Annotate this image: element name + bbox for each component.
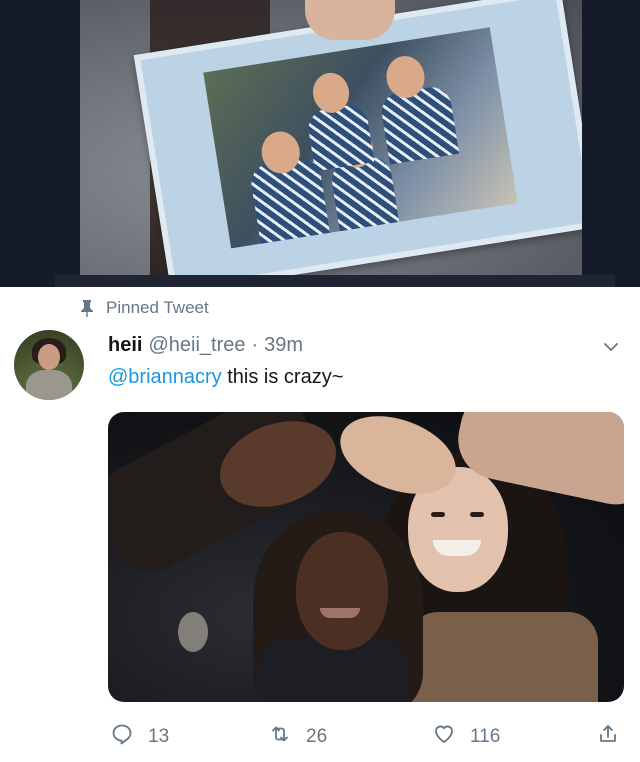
photo-background-right: [582, 0, 640, 287]
tweet-actions: 13 26 116: [0, 722, 640, 752]
family-member-shirt: [379, 84, 460, 165]
pin-icon: [80, 299, 94, 317]
heart-icon: [432, 722, 456, 752]
pinned-text: Pinned Tweet: [106, 298, 209, 317]
avatar[interactable]: [14, 330, 84, 400]
like-count: 116: [470, 726, 501, 747]
tweet-media-image[interactable]: [108, 412, 624, 702]
display-name[interactable]: heii: [108, 334, 142, 357]
reply-button[interactable]: 13: [110, 722, 169, 752]
share-icon: [596, 722, 620, 752]
avatar-face: [38, 344, 60, 370]
top-photo: [0, 0, 640, 287]
family-photo: [203, 27, 518, 249]
eye: [470, 512, 484, 517]
timestamp[interactable]: 39m: [264, 334, 303, 357]
retweet-count: 26: [306, 726, 328, 747]
photo-background-left: [0, 0, 80, 287]
left-person-face: [296, 532, 388, 650]
right-person-top: [408, 612, 598, 702]
family-member-shirt: [305, 102, 375, 172]
separator-dot: ·: [251, 334, 259, 356]
reply-icon: [110, 722, 134, 752]
mention-link[interactable]: @briannacry: [108, 366, 222, 388]
tweet-body: this is crazy~: [221, 366, 344, 388]
left-person-smile: [320, 608, 360, 618]
like-button[interactable]: 116: [432, 722, 500, 752]
eye: [431, 512, 445, 517]
retweet-button[interactable]: 26: [268, 722, 327, 752]
reply-count: 13: [148, 726, 170, 747]
retweet-icon: [268, 722, 292, 752]
tweet-header: heii @heii_tree · 39m: [108, 334, 303, 357]
hand: [305, 0, 395, 40]
background-light: [178, 612, 208, 652]
tweet-text: @briannacry this is crazy~: [108, 366, 343, 389]
share-button[interactable]: [596, 722, 620, 752]
photo-bottom-bar: [55, 275, 615, 287]
pinned-tweet-label: Pinned Tweet: [80, 298, 209, 318]
chevron-down-icon[interactable]: [602, 338, 620, 356]
avatar-body: [26, 370, 72, 400]
user-handle[interactable]: @heii_tree: [148, 334, 245, 357]
